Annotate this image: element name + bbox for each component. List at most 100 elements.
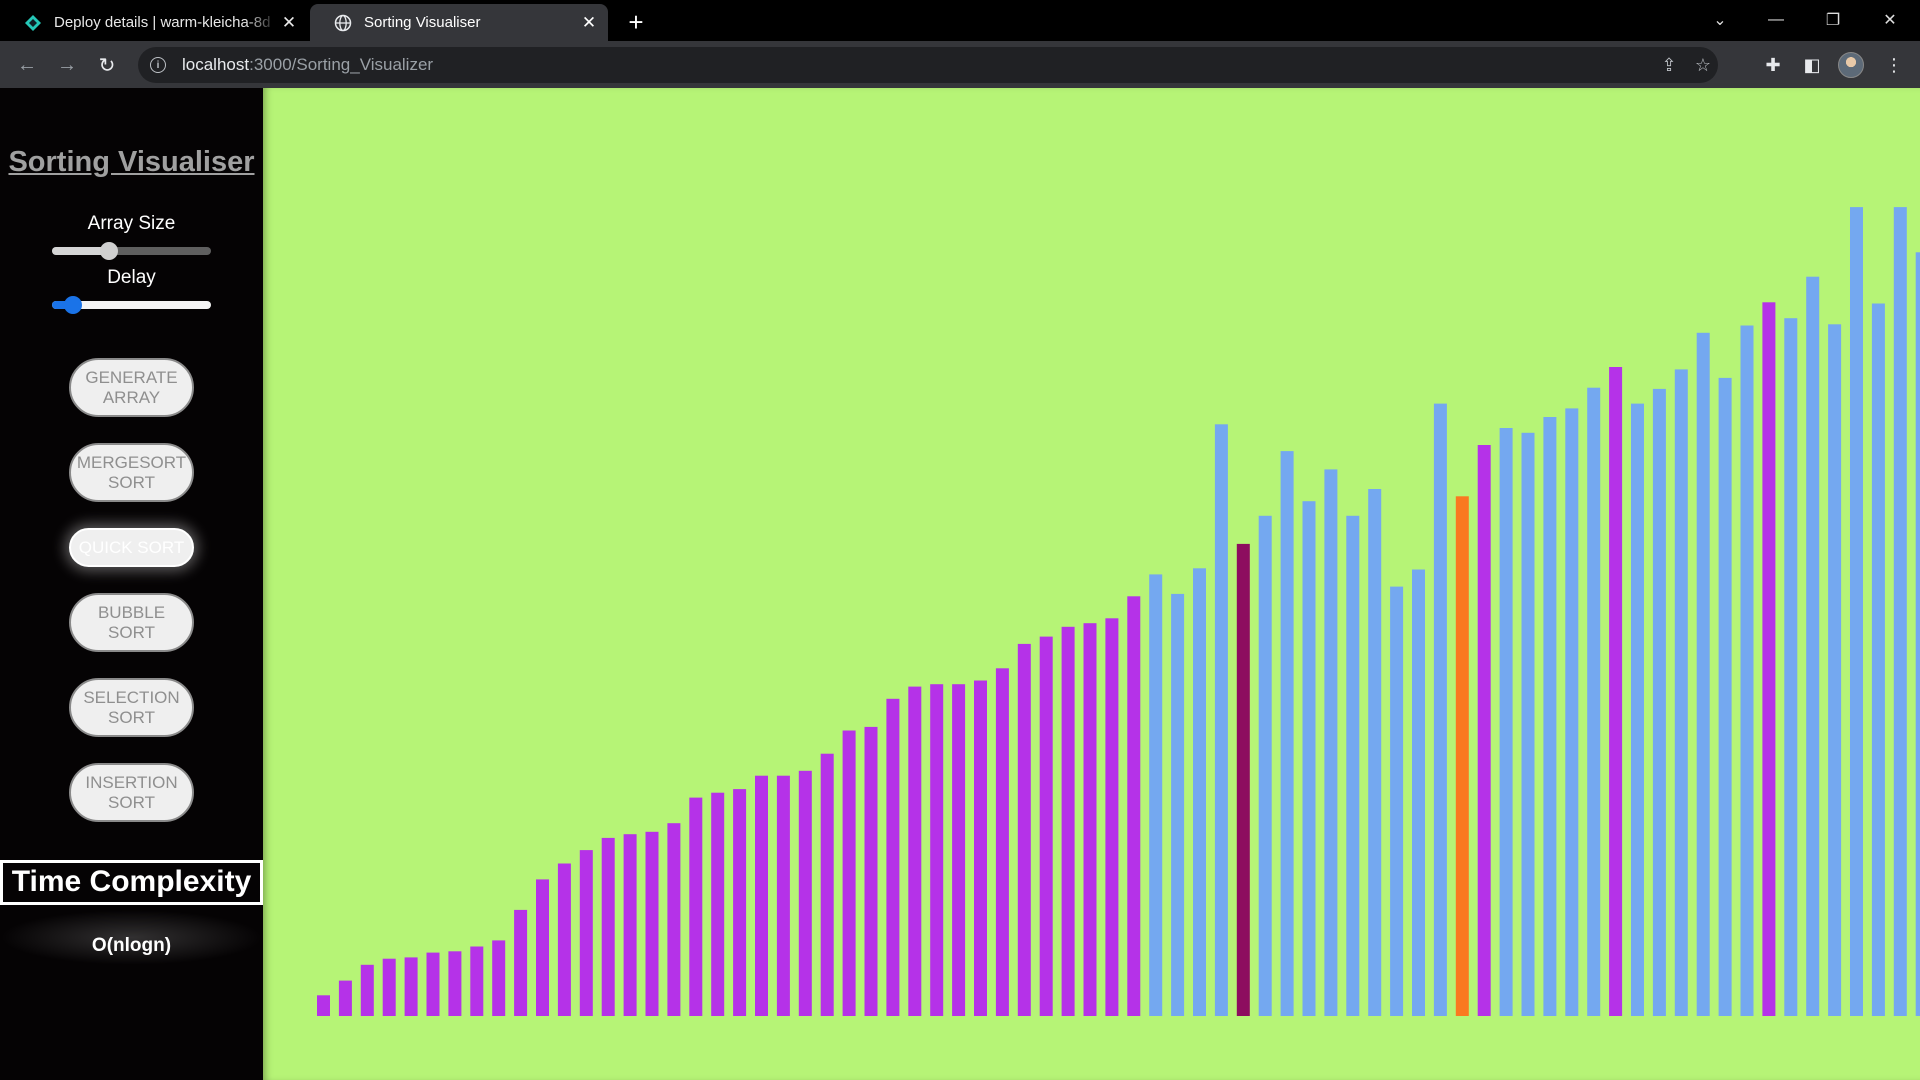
control-sidebar: Sorting Visualiser Array Size Delay GENE… <box>0 88 263 1080</box>
selection-sort-button[interactable]: SELECTION SORT <box>69 678 194 737</box>
array-bar <box>1609 367 1623 1016</box>
array-bar <box>1784 318 1798 1016</box>
window-close-icon[interactable]: ✕ <box>1870 6 1910 34</box>
array-bar <box>1017 643 1031 1016</box>
extensions-puzzle-icon[interactable]: ✚ <box>1758 50 1788 80</box>
array-bar <box>1214 424 1228 1016</box>
button-label: BUBBLE SORT <box>98 603 165 643</box>
app-title[interactable]: Sorting Visualiser <box>0 146 263 179</box>
array-bar <box>1893 207 1907 1017</box>
button-label-line1: SELECTION <box>83 687 180 707</box>
array-bar <box>1762 302 1776 1016</box>
array-bar <box>338 980 352 1016</box>
button-label-line1: INSERTION <box>85 772 178 792</box>
array-bar <box>470 946 484 1016</box>
delay-slider-thumb[interactable] <box>63 296 82 314</box>
array-bar <box>1587 387 1601 1016</box>
side-panel-icon[interactable]: ◧ <box>1797 50 1827 80</box>
array-bar <box>1499 428 1513 1016</box>
more-menu-icon[interactable]: ⋮ <box>1879 50 1909 80</box>
array-bar <box>1258 515 1272 1016</box>
restore-icon[interactable]: ❐ <box>1813 6 1853 34</box>
array-bar <box>1521 432 1535 1016</box>
array-bar <box>776 775 790 1016</box>
array-bar <box>930 684 944 1016</box>
array-bar <box>755 775 768 1016</box>
array-bar <box>1302 501 1316 1016</box>
button-label: SELECTION SORT <box>83 688 179 728</box>
array-bar <box>1390 586 1404 1016</box>
array-bar <box>864 726 878 1016</box>
array-bar <box>995 668 1009 1016</box>
button-label-line1: MERGESORT <box>76 452 187 472</box>
array-bar <box>492 940 506 1016</box>
quick-sort-button[interactable]: QUICK SORT <box>69 528 194 567</box>
button-label: GENERATE ARRAY <box>85 368 177 408</box>
site-info-icon[interactable]: i <box>150 57 166 73</box>
address-bar[interactable]: i localhost:3000/Sorting_Visualizer ⇪ ☆ <box>138 47 1718 83</box>
array-bar <box>667 823 681 1016</box>
array-bar <box>360 964 374 1016</box>
globe-icon <box>334 14 352 31</box>
array-size-slider-thumb[interactable] <box>100 242 119 260</box>
array-bar <box>1236 543 1250 1016</box>
array-bar <box>601 837 615 1016</box>
array-bar <box>798 770 812 1016</box>
time-complexity-heading: Time Complexity <box>0 860 263 905</box>
array-bar <box>711 792 725 1016</box>
back-arrow-icon[interactable]: ← <box>12 50 42 80</box>
array-bar <box>1127 596 1141 1016</box>
array-bar <box>689 797 703 1016</box>
array-size-label: Array Size <box>87 213 176 234</box>
array-bar <box>1806 276 1820 1016</box>
array-bar <box>1193 568 1206 1016</box>
bubble-sort-button[interactable]: BUBBLE SORT <box>69 593 194 652</box>
array-bar <box>886 698 900 1016</box>
button-label-line2: ARRAY <box>102 387 161 407</box>
array-bar <box>514 909 528 1016</box>
tab-deploy-details[interactable]: Deploy details | warm-kleicha-8d ✕ <box>0 4 308 41</box>
array-bar <box>1061 626 1075 1016</box>
array-bar <box>974 680 987 1016</box>
array-bar <box>1915 252 1920 1017</box>
insertion-sort-button[interactable]: INSERTION SORT <box>69 763 194 822</box>
array-bar <box>1652 388 1666 1016</box>
array-bar <box>645 831 659 1016</box>
browser-tab-strip: Deploy details | warm-kleicha-8d ✕ Sorti… <box>0 0 1920 41</box>
page-content: Sorting Visualiser Array Size Delay GENE… <box>0 88 1920 1080</box>
button-label-line2: SORT <box>108 707 155 727</box>
generate-array-button[interactable]: GENERATE ARRAY <box>69 358 194 417</box>
profile-avatar[interactable] <box>1838 52 1864 78</box>
url-text[interactable]: localhost:3000/Sorting_Visualizer <box>182 55 433 75</box>
forward-arrow-icon[interactable]: → <box>52 50 82 80</box>
button-label-line1: GENERATE <box>85 367 178 387</box>
tab-sorting-visualiser[interactable]: Sorting Visualiser ✕ <box>310 4 608 41</box>
minimize-icon[interactable]: — <box>1756 6 1796 34</box>
array-bar <box>1433 403 1447 1017</box>
button-label-line1: BUBBLE <box>97 602 166 622</box>
tab-close-icon[interactable]: ✕ <box>578 12 600 34</box>
array-bar <box>908 686 922 1016</box>
array-bar <box>1565 408 1579 1016</box>
tab-title: Deploy details | warm-kleicha-8d <box>54 14 271 31</box>
array-bar <box>1368 489 1382 1016</box>
array-bar <box>1718 377 1732 1016</box>
share-icon[interactable]: ⇪ <box>1654 47 1684 83</box>
delay-slider[interactable] <box>52 296 211 314</box>
browser-toolbar: ← → ↻ i localhost:3000/Sorting_Visualize… <box>0 41 1920 88</box>
array-bar <box>1105 618 1119 1016</box>
array-bar <box>1696 332 1710 1016</box>
new-tab-button[interactable]: + <box>622 7 650 37</box>
reload-icon[interactable]: ↻ <box>92 50 122 80</box>
array-bar <box>1346 515 1360 1016</box>
tab-close-icon[interactable]: ✕ <box>278 12 300 34</box>
tab-search-chevron-down-icon[interactable]: ⌄ <box>1700 6 1740 34</box>
array-size-slider[interactable] <box>52 242 211 260</box>
mergesort-button[interactable]: MERGESORT SORT <box>69 443 194 502</box>
array-bar <box>733 789 747 1016</box>
array-bar <box>1083 623 1097 1016</box>
array-bar <box>1412 569 1425 1016</box>
array-bar <box>1477 445 1491 1016</box>
button-label-line2: SORT <box>108 622 155 642</box>
bookmark-star-icon[interactable]: ☆ <box>1688 47 1718 83</box>
